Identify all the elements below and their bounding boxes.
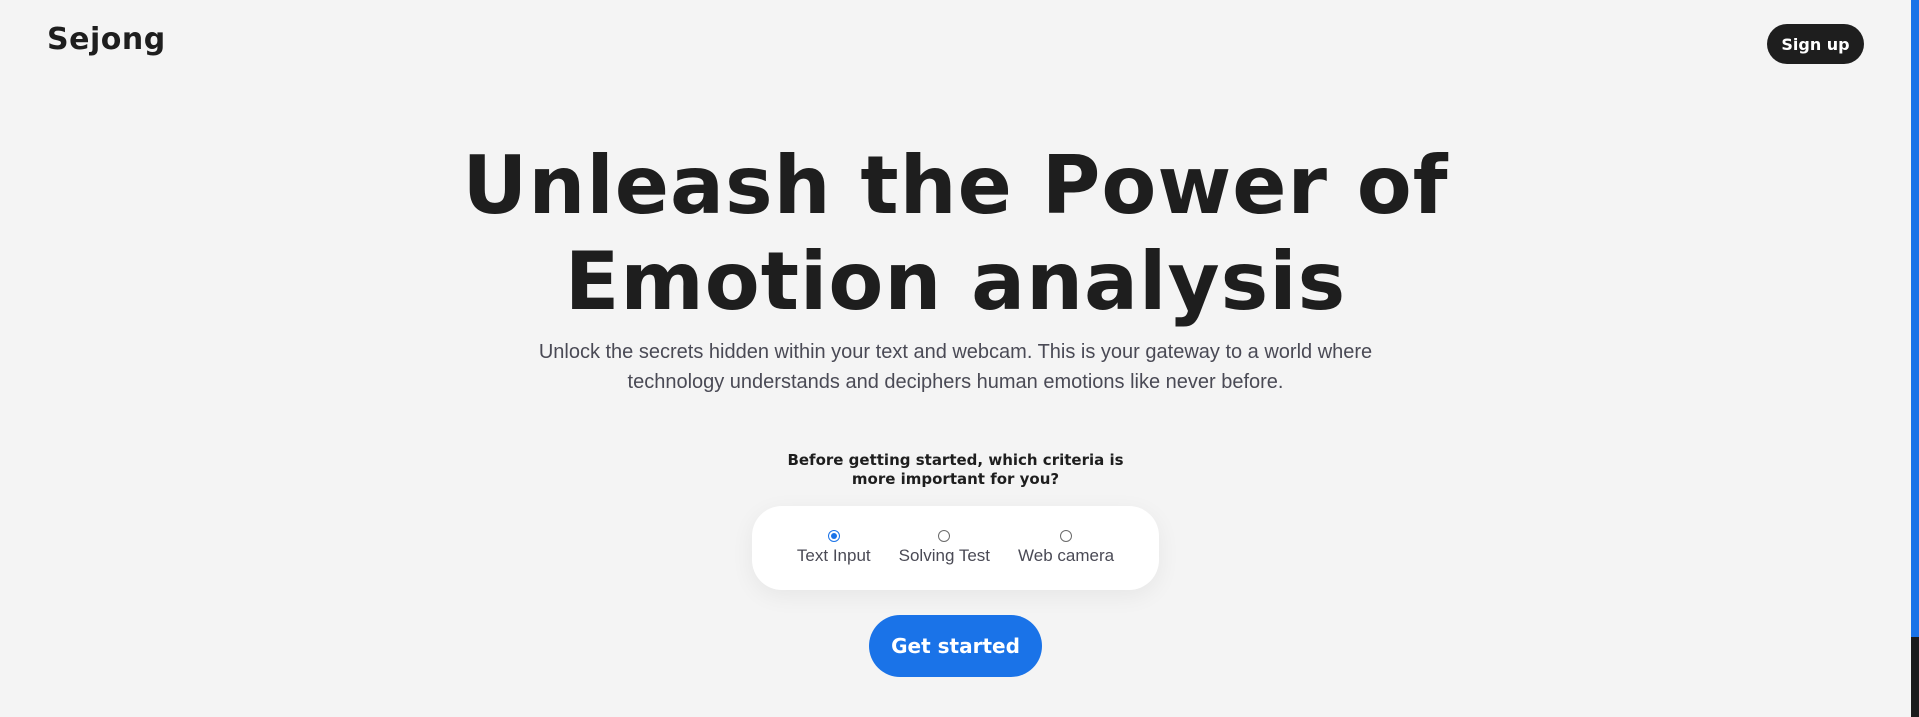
get-started-button[interactable]: Get started (869, 615, 1042, 677)
criteria-question: Before getting started, which criteria i… (0, 451, 1911, 489)
criteria-question-text: Before getting started, which criteria i… (787, 451, 1124, 488)
hero-title-line-1: Unleash the Power of (462, 139, 1449, 232)
option-label-solving-test: Solving Test (898, 546, 990, 565)
option-text-input[interactable]: Text Input (797, 530, 871, 566)
criteria-options-card: Text Input Solving Test Web camera (752, 506, 1159, 590)
hero-title: Unleash the Power of Emotion analysis (0, 138, 1911, 330)
logo[interactable]: Sejong (47, 22, 166, 57)
option-label-web-camera: Web camera (1018, 546, 1115, 565)
option-web-camera[interactable]: Web camera (1018, 530, 1114, 566)
radio-solving-test[interactable] (938, 530, 951, 542)
sign-up-button[interactable]: Sign up (1767, 24, 1864, 64)
hero-subtitle-text: Unlock the secrets hidden within your te… (538, 341, 1373, 393)
scrollbar[interactable] (1911, 0, 1919, 717)
scrollbar-thumb[interactable] (1911, 637, 1919, 717)
radio-web-camera[interactable] (1060, 530, 1073, 542)
hero-title-line-2: Emotion analysis (564, 235, 1347, 328)
hero-subtitle: Unlock the secrets hidden within your te… (0, 337, 1911, 397)
option-solving-test[interactable]: Solving Test (899, 530, 990, 566)
option-label-text-input: Text Input (796, 546, 871, 565)
landing-page: Sejong Sign up Unleash the Power of Emot… (0, 0, 1919, 717)
radio-text-input[interactable] (827, 530, 840, 542)
